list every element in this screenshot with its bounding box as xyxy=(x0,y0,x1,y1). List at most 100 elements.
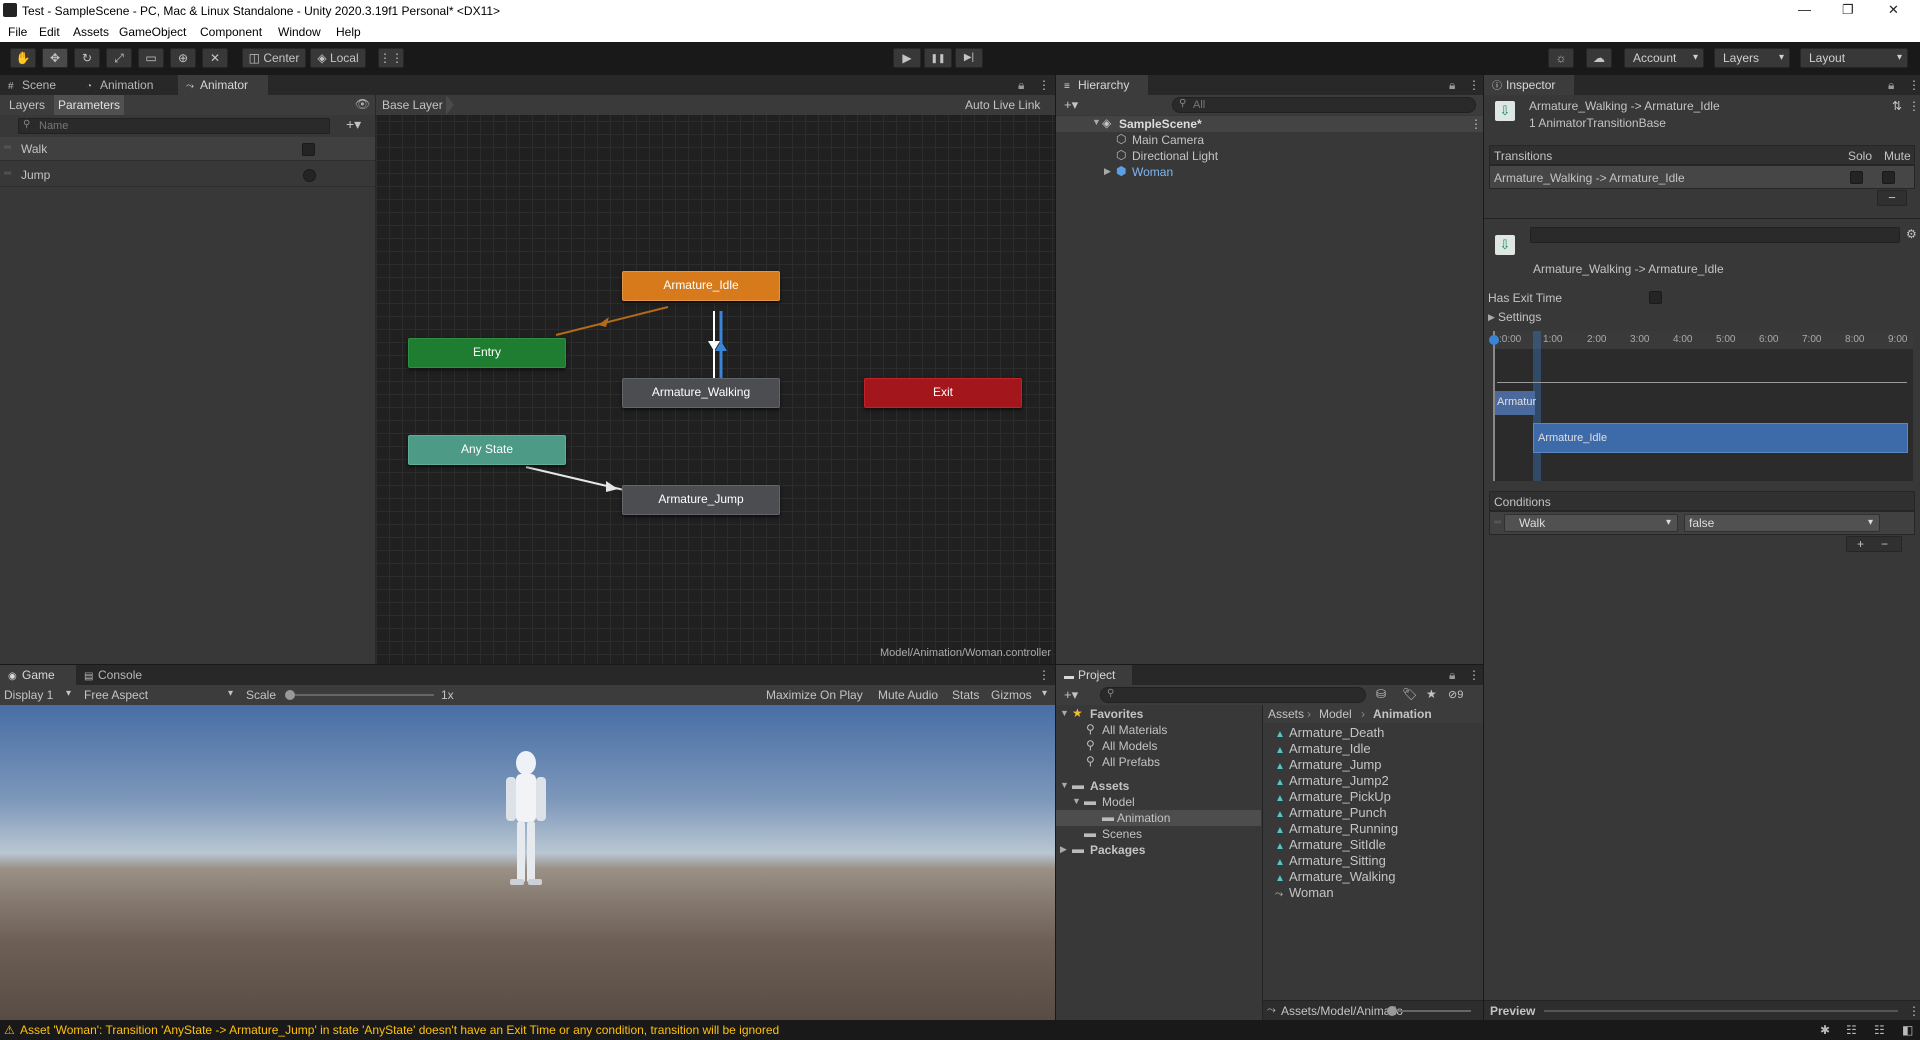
add-condition-button[interactable]: + xyxy=(1857,537,1864,551)
cache-server-icon[interactable]: ◧ xyxy=(1902,1020,1913,1040)
step-button[interactable]: ▶| xyxy=(955,48,983,68)
source-clip-bar[interactable]: Armatur xyxy=(1495,391,1536,415)
search-by-label-icon[interactable]: 🏷︎ xyxy=(1402,687,1417,701)
tree-item-favorites[interactable]: ▼ ★ Favorites xyxy=(1056,706,1261,722)
panel-menu-icon[interactable]: ⋮ xyxy=(1468,668,1480,682)
state-exit[interactable]: Exit xyxy=(864,378,1022,408)
panel-menu-icon[interactable]: ⋮ xyxy=(1038,78,1050,92)
tree-item-all-models[interactable]: ⚲ All Models xyxy=(1056,738,1261,754)
tab-animation[interactable]: ◔ Animation xyxy=(78,75,178,95)
scale-slider-track[interactable] xyxy=(290,694,434,696)
tree-item-assets[interactable]: ▼ ▬ Assets xyxy=(1056,778,1261,794)
search-by-type-icon[interactable]: ⛁ xyxy=(1376,687,1386,701)
file-item[interactable]: ▲ Armature_PickUp xyxy=(1275,789,1475,805)
tab-project[interactable]: ▬ Project xyxy=(1056,665,1132,685)
remove-condition-button[interactable]: − xyxy=(1881,537,1888,551)
drag-handle-icon[interactable]: ═ xyxy=(1494,517,1501,528)
display-dropdown[interactable]: Display 1 xyxy=(4,688,53,702)
hierarchy-item[interactable]: ⬡ Directional Light xyxy=(1056,148,1483,164)
parameter-row-jump[interactable]: ═ Jump xyxy=(0,163,375,187)
tab-inspector[interactable]: ⓘ Inspector xyxy=(1484,75,1574,95)
lock-icon[interactable]: 🔒︎ xyxy=(1888,78,1894,93)
auto-generate-lighting-icon[interactable]: ☷ xyxy=(1846,1020,1857,1040)
state-any-state[interactable]: Any State xyxy=(408,435,566,465)
has-exit-time-checkbox[interactable] xyxy=(1649,291,1662,304)
transition-list-row[interactable]: Armature_Walking -> Armature_Idle xyxy=(1489,165,1915,189)
parameter-search-input[interactable]: ⚲ Name xyxy=(18,118,330,134)
panel-menu-icon[interactable]: ⋮ xyxy=(1908,78,1920,92)
expand-arrow-icon[interactable]: ▶ xyxy=(1060,844,1067,855)
transition-name-field[interactable] xyxy=(1530,227,1900,243)
scene-menu-icon[interactable]: ⋮ xyxy=(1470,117,1482,131)
hierarchy-item[interactable]: ▶ ⬢ Woman xyxy=(1056,164,1483,180)
settings-foldout-label[interactable]: Settings xyxy=(1498,310,1541,324)
state-armature-jump[interactable]: Armature_Jump xyxy=(622,485,780,515)
preview-menu-icon[interactable]: ⋮ xyxy=(1908,1004,1920,1018)
preview-bar[interactable]: Preview ⋮ xyxy=(1484,1000,1920,1020)
transition-timeline[interactable]: :0:00 1:00 2:00 3:00 4:00 5:00 6:00 7:00… xyxy=(1489,331,1913,481)
solo-checkbox[interactable] xyxy=(1850,171,1863,184)
create-asset-icon[interactable]: +▾ xyxy=(1064,687,1078,703)
tab-hierarchy[interactable]: ≡ Hierarchy xyxy=(1056,75,1148,95)
services-icon[interactable]: ☼ xyxy=(1548,48,1574,68)
rotate-tool-icon[interactable]: ↻ xyxy=(74,48,100,68)
move-tool-icon[interactable]: ✥ xyxy=(42,48,68,68)
tree-item-model[interactable]: ▼ ▬ Model xyxy=(1056,794,1261,810)
maximize-on-play-button[interactable]: Maximize On Play xyxy=(766,688,863,702)
state-armature-walking[interactable]: Armature_Walking xyxy=(622,378,780,408)
destination-clip-bar[interactable]: Armature_Idle xyxy=(1533,423,1908,453)
remove-transition-button[interactable]: − xyxy=(1877,190,1907,206)
state-armature-idle[interactable]: Armature_Idle xyxy=(622,271,780,301)
eye-icon[interactable]: 👁︎ xyxy=(355,97,370,111)
hierarchy-item[interactable]: ⬡ Main Camera xyxy=(1056,132,1483,148)
menu-component[interactable]: Component xyxy=(200,25,262,39)
timeline-start-marker-icon[interactable] xyxy=(1489,335,1499,345)
scale-tool-icon[interactable]: ⤢ xyxy=(106,48,132,68)
gizmos-button[interactable]: Gizmos xyxy=(991,688,1032,702)
tab-animator[interactable]: ⤳ Animator xyxy=(178,75,268,95)
tree-item-scenes[interactable]: ▬ Scenes xyxy=(1056,826,1261,842)
play-button[interactable]: ▶ xyxy=(893,48,921,68)
walk-bool-checkbox[interactable] xyxy=(302,143,315,156)
file-item[interactable]: ▲ Armature_Running xyxy=(1275,821,1475,837)
progress-icon[interactable]: ☷ xyxy=(1874,1020,1885,1040)
expand-arrow-icon[interactable]: ▼ xyxy=(1060,708,1069,718)
breadcrumb-animation[interactable]: Animation xyxy=(1373,707,1432,721)
tree-item-all-materials[interactable]: ⚲ All Materials xyxy=(1056,722,1261,738)
custom-tool-icon[interactable]: ✕ xyxy=(202,48,228,68)
pause-button[interactable]: ❚❚ xyxy=(924,48,952,68)
project-search-input[interactable]: ⚲ xyxy=(1100,687,1366,703)
status-bar[interactable]: ⚠ Asset 'Woman': Transition 'AnyState ->… xyxy=(0,1020,1920,1040)
parameter-row-walk[interactable]: ═ Walk xyxy=(0,137,375,161)
aspect-dropdown-arrow[interactable]: ▾ xyxy=(228,688,233,699)
maximize-button[interactable]: ❐ xyxy=(1842,2,1854,18)
inspector-more-icon[interactable]: ⋮ xyxy=(1908,99,1920,113)
drag-handle-icon[interactable]: ═ xyxy=(4,168,11,179)
tab-console[interactable]: ▤ Console xyxy=(76,665,156,685)
condition-parameter-select[interactable]: Walk xyxy=(1504,514,1678,532)
lock-icon[interactable]: 🔒︎ xyxy=(1449,78,1455,93)
hierarchy-search-input[interactable]: ⚲ All xyxy=(1172,97,1476,113)
tree-item-packages[interactable]: ▶ ▬ Packages xyxy=(1056,842,1261,858)
icon-size-slider-track[interactable] xyxy=(1393,1010,1471,1012)
scene-row[interactable]: ▼ ◈ SampleScene* ⋮ xyxy=(1056,116,1483,132)
menu-gameobject[interactable]: GameObject xyxy=(119,25,186,39)
favorite-star-icon[interactable]: ★ xyxy=(1426,687,1437,701)
display-dropdown-arrow[interactable]: ▾ xyxy=(66,688,71,699)
file-item[interactable]: ▲ Armature_Idle xyxy=(1275,741,1475,757)
file-item[interactable]: ▲ Armature_Death xyxy=(1275,725,1475,741)
tree-item-all-prefabs[interactable]: ⚲ All Prefabs xyxy=(1056,754,1261,770)
create-object-icon[interactable]: +▾ xyxy=(1064,97,1078,113)
pivot-center-button[interactable]: ◫ Center xyxy=(242,48,306,68)
snap-grid-icon[interactable]: ⋮⋮ xyxy=(378,48,404,68)
breadcrumb-assets[interactable]: Assets xyxy=(1268,707,1304,721)
expand-arrow-icon[interactable]: ▼ xyxy=(1072,796,1081,806)
close-button[interactable]: ✕ xyxy=(1888,2,1899,18)
account-dropdown[interactable]: Account xyxy=(1624,48,1704,68)
animator-graph[interactable]: Base Layer Auto Live Link Armature_Idle … xyxy=(376,95,1055,664)
menu-edit[interactable]: Edit xyxy=(39,25,60,39)
file-item[interactable]: ▲ Armature_Jump xyxy=(1275,757,1475,773)
expand-arrow-icon[interactable]: ▶ xyxy=(1488,312,1495,323)
entry-to-idle-transition[interactable] xyxy=(555,306,669,336)
game-viewport[interactable] xyxy=(0,705,1055,1020)
